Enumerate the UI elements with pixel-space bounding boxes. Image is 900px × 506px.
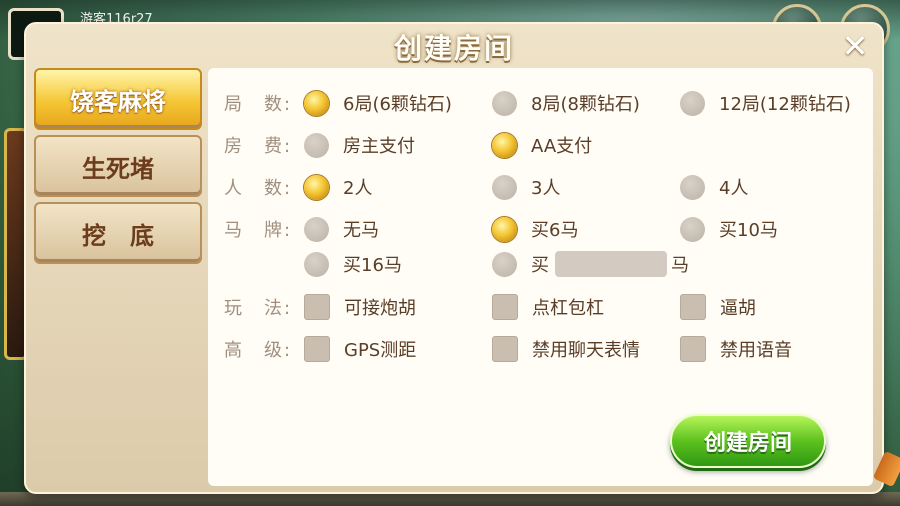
horse-option-10[interactable]: 买10马 bbox=[680, 216, 778, 242]
tab-wa-di[interactable]: 挖 底 bbox=[34, 202, 202, 264]
checkbox-icon[interactable] bbox=[492, 336, 518, 362]
players-option-3[interactable]: 3人 bbox=[492, 174, 560, 200]
rule-jiepao-hu[interactable]: 可接炮胡 bbox=[304, 294, 416, 320]
checkbox-icon[interactable] bbox=[304, 294, 330, 320]
radio-selected-icon[interactable] bbox=[492, 216, 517, 242]
tab-shengsi-du[interactable]: 生死堵 bbox=[34, 135, 202, 197]
option-label: 买6马 bbox=[531, 220, 579, 241]
radio-icon[interactable] bbox=[680, 216, 705, 242]
horse-option-none[interactable]: 无马 bbox=[304, 216, 379, 242]
fee-label: 房 费: bbox=[224, 136, 293, 157]
rule-diangang-baogang[interactable]: 点杠包杠 bbox=[492, 294, 604, 320]
rules-label: 玩 法: bbox=[224, 298, 293, 319]
option-label: 点杠包杠 bbox=[532, 298, 604, 319]
option-label: 禁用语音 bbox=[720, 340, 792, 361]
option-label: 无马 bbox=[343, 220, 379, 241]
advanced-disable-chat[interactable]: 禁用聊天表情 bbox=[492, 336, 640, 362]
settings-panel: 局 数: 6局(6颗钻石) 8局(8颗钻石) 12局(12颗钻石) 房 费: 房… bbox=[208, 68, 873, 486]
fee-option-aa[interactable]: AA支付 bbox=[492, 132, 592, 158]
game-type-tabs: 饶客麻将 生死堵 挖 底 bbox=[34, 68, 202, 269]
radio-selected-icon[interactable] bbox=[492, 132, 517, 158]
checkbox-icon[interactable] bbox=[492, 294, 518, 320]
rounds-option-12[interactable]: 12局(12颗钻石) bbox=[680, 90, 851, 116]
horse-row-2: 买16马 买 马 bbox=[208, 247, 873, 281]
advanced-gps[interactable]: GPS测距 bbox=[304, 336, 416, 362]
checkbox-icon[interactable] bbox=[304, 336, 330, 362]
option-label: 4人 bbox=[719, 178, 749, 199]
rules-row: 玩 法: 可接炮胡 点杠包杠 逼胡 bbox=[208, 290, 873, 324]
rounds-row: 局 数: 6局(6颗钻石) 8局(8颗钻石) 12局(12颗钻石) bbox=[208, 86, 873, 120]
option-label: AA支付 bbox=[531, 136, 593, 157]
rounds-option-6[interactable]: 6局(6颗钻石) bbox=[304, 90, 452, 116]
fee-row: 房 费: 房主支付 AA支付 bbox=[208, 128, 873, 162]
option-label: 2人 bbox=[343, 178, 373, 199]
advanced-label: 高 级: bbox=[224, 340, 293, 361]
radio-icon[interactable] bbox=[304, 216, 329, 242]
option-label: 可接炮胡 bbox=[344, 298, 416, 319]
radio-icon[interactable] bbox=[492, 90, 517, 116]
radio-icon[interactable] bbox=[680, 174, 705, 200]
option-label: 逼胡 bbox=[720, 298, 756, 319]
radio-selected-icon[interactable] bbox=[304, 174, 329, 200]
option-label: 买16马 bbox=[343, 255, 402, 276]
players-option-4[interactable]: 4人 bbox=[680, 174, 748, 200]
horse-option-custom[interactable]: 买 马 bbox=[492, 251, 689, 277]
rounds-label: 局 数: bbox=[224, 94, 293, 115]
rounds-option-8[interactable]: 8局(8颗钻石) bbox=[492, 90, 640, 116]
fee-option-owner[interactable]: 房主支付 bbox=[304, 132, 415, 158]
option-label: 8局(8颗钻石) bbox=[531, 94, 640, 115]
rule-bihu[interactable]: 逼胡 bbox=[680, 294, 756, 320]
option-label: GPS测距 bbox=[344, 340, 417, 361]
players-row: 人 数: 2人 3人 4人 bbox=[208, 170, 873, 204]
custom-prefix: 买 bbox=[531, 255, 549, 276]
advanced-row: 高 级: GPS测距 禁用聊天表情 禁用语音 bbox=[208, 332, 873, 366]
checkbox-icon[interactable] bbox=[680, 336, 706, 362]
radio-icon[interactable] bbox=[304, 251, 329, 277]
radio-icon[interactable] bbox=[492, 251, 517, 277]
option-label: 3人 bbox=[531, 178, 561, 199]
players-option-2[interactable]: 2人 bbox=[304, 174, 372, 200]
custom-suffix: 马 bbox=[671, 255, 689, 276]
option-label: 12局(12颗钻石) bbox=[719, 94, 851, 115]
create-room-button[interactable]: 创建房间 bbox=[670, 414, 826, 468]
close-icon[interactable]: ✕ bbox=[838, 30, 872, 64]
dialog-title: 创建房间 bbox=[393, 32, 514, 65]
horse-option-6[interactable]: 买6马 bbox=[492, 216, 578, 242]
radio-icon[interactable] bbox=[304, 132, 329, 158]
horse-option-16[interactable]: 买16马 bbox=[304, 251, 402, 277]
players-label: 人 数: bbox=[224, 178, 293, 199]
option-label: 房主支付 bbox=[343, 136, 415, 157]
option-label: 6局(6颗钻石) bbox=[343, 94, 452, 115]
radio-icon[interactable] bbox=[680, 90, 705, 116]
radio-selected-icon[interactable] bbox=[304, 90, 329, 116]
checkbox-icon[interactable] bbox=[680, 294, 706, 320]
custom-horse-input[interactable] bbox=[555, 251, 667, 277]
create-room-dialog: 创建房间 ✕ 饶客麻将 生死堵 挖 底 局 数: 6局(6颗钻石) 8局(8颗钻… bbox=[24, 22, 884, 494]
horse-label: 马 牌: bbox=[224, 220, 293, 241]
option-label: 禁用聊天表情 bbox=[532, 340, 640, 361]
horse-row: 马 牌: 无马 买6马 买10马 bbox=[208, 212, 873, 246]
option-label: 买10马 bbox=[719, 220, 778, 241]
radio-icon[interactable] bbox=[492, 174, 517, 200]
bottom-menu-strip bbox=[0, 492, 900, 506]
advanced-disable-voice[interactable]: 禁用语音 bbox=[680, 336, 792, 362]
tab-raoke-mahjong[interactable]: 饶客麻将 bbox=[34, 68, 202, 130]
